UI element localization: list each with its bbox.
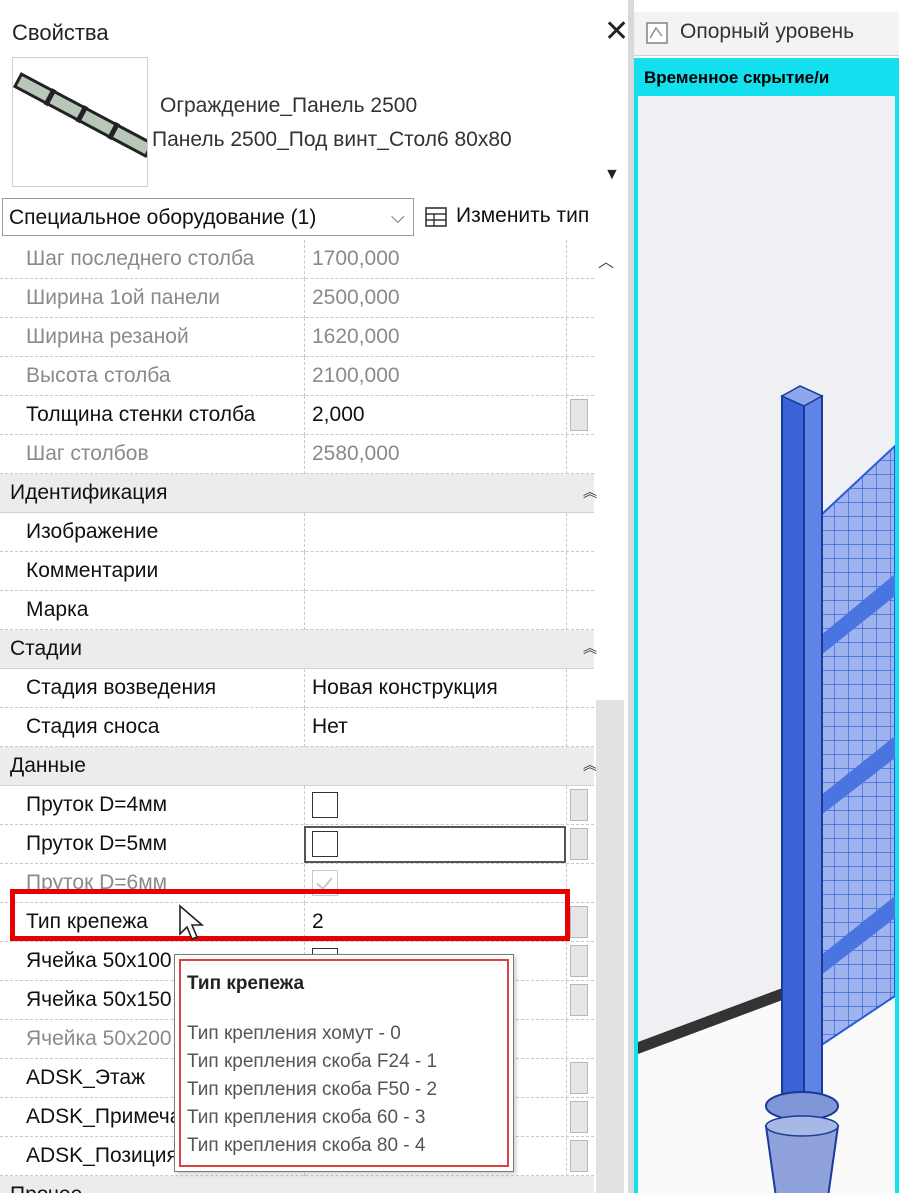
group-title: Прочее	[10, 1183, 284, 1193]
group-header-other[interactable]: Прочее ︽	[0, 1176, 597, 1193]
param-name: Стадия сноса	[26, 715, 160, 738]
group-header-data[interactable]: Данные ︽	[0, 747, 597, 786]
param-name: Толщина стенки столба	[26, 403, 256, 426]
tooltip-line: Тип крепления скоба 60 - 3	[187, 1107, 426, 1128]
group-header-phasing[interactable]: Стадии ︽	[0, 630, 597, 669]
tooltip-line: Тип крепления скоба 80 - 4	[187, 1135, 426, 1156]
tooltip-line: Тип крепления скоба F24 - 1	[187, 1051, 438, 1072]
param-name: Стадия возведения	[26, 676, 217, 699]
parameter-tooltip: Тип крепежа Тип крепления хомут - 0 Тип …	[174, 954, 514, 1172]
param-value: 1700,000	[312, 247, 400, 270]
group-title: Стадии	[10, 637, 82, 660]
param-edit-button[interactable]	[570, 789, 588, 821]
table-row[interactable]: Шаг последнего столба 1700,000	[0, 240, 594, 279]
table-row[interactable]: Пруток D=5мм	[0, 825, 594, 864]
group-title: Идентификация	[10, 481, 168, 504]
view-tab-icon	[644, 20, 670, 51]
checkbox[interactable]	[312, 792, 338, 818]
properties-palette: Свойства ✕ Ограждение_Панель 2500 Панель…	[0, 0, 628, 1193]
table-row[interactable]: Комментарии	[0, 552, 594, 591]
param-name: Пруток D=5мм	[26, 832, 168, 855]
table-row[interactable]: Марка	[0, 591, 594, 630]
param-edit-button[interactable]	[570, 945, 588, 977]
param-name: Шаг последнего столба	[26, 247, 255, 270]
param-name: Ширина 1ой панели	[26, 286, 221, 309]
edit-type-button[interactable]: Изменить тип	[420, 200, 628, 236]
param-edit-button[interactable]	[570, 399, 588, 431]
table-row[interactable]: Ширина резаной 1620,000	[0, 318, 594, 357]
param-edit-button[interactable]	[570, 1062, 588, 1094]
table-row[interactable]: Пруток D=4мм	[0, 786, 594, 825]
group-header-identification[interactable]: Идентификация ︽	[0, 474, 597, 513]
highlight-annotation	[10, 889, 570, 941]
param-value: 2500,000	[312, 286, 400, 309]
param-name: Пруток D=4мм	[26, 793, 168, 816]
collapse-icon[interactable]: ︽	[583, 1184, 597, 1193]
palette-title: Свойства	[12, 20, 109, 45]
param-edit-button[interactable]	[570, 828, 588, 860]
param-name: Комментарии	[26, 559, 159, 582]
model-view: Опорный уровень Временное скрытие/и	[634, 0, 899, 1193]
type-selector[interactable]: Ограждение_Панель 2500 Панель 2500_Под в…	[0, 56, 628, 192]
tooltip-title: Тип крепежа	[187, 973, 305, 994]
mouse-cursor-icon	[179, 904, 205, 941]
param-value-input[interactable]: 2,000	[312, 403, 365, 427]
category-filter-select[interactable]: Специальное оборудование (1) ⌵	[2, 198, 414, 236]
view-canvas[interactable]: Временное скрытие/и	[634, 58, 899, 1193]
close-icon[interactable]: ✕	[604, 14, 628, 49]
param-edit-button[interactable]	[570, 1101, 588, 1133]
param-edit-button[interactable]	[570, 1140, 588, 1172]
type-name: Панель 2500_Под винт_Стол6 80x80	[152, 128, 512, 151]
view-tab-label: Опорный уровень	[680, 20, 855, 43]
palette-title-bar: Свойства ✕	[0, 12, 628, 56]
type-dropdown-icon[interactable]: ▼	[604, 166, 620, 184]
banner-label: Временное скрытие/и	[644, 68, 830, 87]
param-name: Марка	[26, 598, 89, 621]
table-row[interactable]: Высота столба 2100,000	[0, 357, 594, 396]
fence-3d-model	[638, 96, 895, 1193]
table-row[interactable]: Ширина 1ой панели 2500,000	[0, 279, 594, 318]
param-name: Шаг столбов	[26, 442, 149, 465]
collapse-icon[interactable]: ︽	[583, 482, 597, 502]
tooltip-line: Тип крепления хомут - 0	[187, 1023, 401, 1044]
scroll-up-icon[interactable]: ︿	[598, 248, 614, 272]
checkbox[interactable]	[312, 831, 338, 857]
tooltip-line: Тип крепления скоба F50 - 2	[187, 1079, 438, 1100]
table-row[interactable]: Стадия сноса Нет	[0, 708, 594, 747]
param-value: 2100,000	[312, 364, 400, 387]
param-name: Ширина резаной	[26, 325, 189, 348]
param-edit-button[interactable]	[570, 906, 588, 938]
chevron-down-icon: ⌵	[391, 207, 405, 227]
edit-type-label: Изменить тип	[456, 204, 590, 227]
param-name: Изображение	[26, 520, 159, 543]
param-name: Высота столба	[26, 364, 171, 387]
table-row[interactable]: Изображение	[0, 513, 594, 552]
table-row[interactable]: Толщина стенки столба 2,000	[0, 396, 594, 435]
scrollbar-thumb[interactable]	[596, 700, 624, 1193]
param-value[interactable]: Нет	[312, 715, 348, 739]
temporary-hide-banner: Временное скрытие/и	[638, 62, 895, 96]
type-family-name: Ограждение_Панель 2500	[160, 94, 418, 117]
param-value[interactable]: Новая конструкция	[312, 676, 498, 700]
param-value: 1620,000	[312, 325, 400, 348]
table-row[interactable]: Шаг столбов 2580,000	[0, 435, 594, 474]
collapse-icon[interactable]: ︽	[583, 638, 597, 658]
category-filter-label: Специальное оборудование (1)	[9, 206, 317, 229]
group-title: Данные	[10, 754, 86, 777]
param-value: 2580,000	[312, 442, 400, 465]
focused-cell	[304, 826, 566, 863]
category-row: Специальное оборудование (1) ⌵ Изменить …	[0, 196, 628, 238]
type-thumbnail	[12, 57, 155, 187]
view-tab[interactable]: Опорный уровень	[634, 12, 899, 56]
table-row[interactable]: Стадия возведения Новая конструкция	[0, 669, 594, 708]
edit-type-icon	[424, 206, 450, 235]
collapse-icon[interactable]: ︽	[583, 755, 597, 775]
param-edit-button[interactable]	[570, 984, 588, 1016]
